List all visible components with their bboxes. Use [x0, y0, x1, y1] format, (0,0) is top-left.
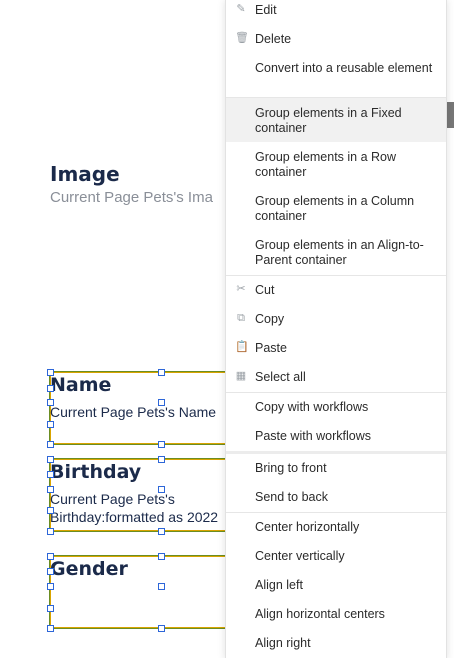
menu-item-label: Center horizontally — [255, 520, 360, 534]
menu-item-center-vertically[interactable]: Center vertically — [226, 542, 446, 571]
menu-item-delete[interactable]: 🗑 Delete — [226, 24, 446, 53]
menu-item-select-all[interactable]: ▦ Select all — [226, 363, 446, 392]
menu-item-group-align-parent[interactable]: Group elements in an Align-to-Parent con… — [226, 230, 446, 274]
context-menu: ✎ Edit 🗑 Delete Convert into a reusable … — [225, 0, 447, 658]
menu-item-label: Paste with workflows — [255, 429, 372, 443]
menu-item-group-fixed[interactable]: Group elements in a Fixed container — [226, 98, 446, 142]
menu-item-label: Align horizontal centers — [255, 607, 385, 621]
birthday-value[interactable]: Current Page Pets's Birthday:formatted a… — [50, 490, 218, 526]
menu-item-label: Cut — [255, 283, 275, 297]
menu-item-label: Select all — [255, 370, 306, 384]
menu-item-send-back[interactable]: Send to back — [226, 483, 446, 512]
resize-handle[interactable] — [47, 553, 54, 560]
name-value[interactable]: Current Page Pets's Name — [50, 403, 216, 421]
copy-icon: ⧉ — [237, 312, 245, 324]
grid-icon: ▦ — [235, 370, 247, 382]
resize-handle[interactable] — [158, 486, 165, 493]
resize-handle[interactable] — [158, 399, 165, 406]
resize-handle[interactable] — [158, 625, 165, 632]
trash-icon: 🗑 — [235, 32, 249, 44]
resize-handle[interactable] — [47, 568, 54, 575]
image-element-source[interactable]: Current Page Pets's Ima — [50, 189, 213, 206]
menu-item-label: Center vertically — [255, 549, 345, 563]
menu-item-group-column[interactable]: Group elements in a Column container — [226, 186, 446, 230]
menu-item-cut[interactable]: ✂ Cut — [226, 276, 446, 305]
menu-item-edit[interactable]: ✎ Edit — [226, 0, 446, 24]
resize-handle[interactable] — [47, 486, 54, 493]
menu-item-label: Align right — [255, 636, 311, 650]
menu-item-label: Edit — [255, 3, 277, 17]
menu-item-label: Copy with workflows — [255, 400, 369, 414]
resize-handle[interactable] — [47, 605, 54, 612]
birthday-value-line: Birthday:formatted as 2022 — [50, 509, 219, 525]
menu-item-convert-reusable[interactable]: Convert into a reusable element — [226, 53, 446, 97]
birthday-label[interactable]: Birthday — [50, 461, 141, 483]
menu-item-align-left[interactable]: Align left — [226, 571, 446, 600]
name-value-line: Current Page Pets's Name — [50, 404, 217, 420]
menu-item-bring-front[interactable]: Bring to front — [226, 454, 446, 483]
resize-handle[interactable] — [47, 385, 54, 392]
menu-item-align-horizontal-centers[interactable]: Align horizontal centers — [226, 600, 446, 629]
menu-item-group-row[interactable]: Group elements in a Row container — [226, 142, 446, 186]
menu-item-label: Group elements in an Align-to-Parent con… — [255, 238, 424, 267]
menu-item-center-horizontally[interactable]: Center horizontally — [226, 513, 446, 542]
resize-handle[interactable] — [47, 625, 54, 632]
menu-item-label: Copy — [255, 312, 285, 326]
resize-handle[interactable] — [47, 456, 54, 463]
resize-handle[interactable] — [47, 583, 54, 590]
menu-item-label: Align left — [255, 578, 303, 592]
birthday-value-line: Current Page Pets's — [50, 491, 175, 507]
resize-handle[interactable] — [47, 369, 54, 376]
menu-item-paste[interactable]: 📋 Paste — [226, 334, 446, 363]
menu-item-label: Send to back — [255, 490, 328, 504]
resize-handle[interactable] — [158, 456, 165, 463]
name-label[interactable]: Name — [50, 374, 111, 396]
menu-item-label: Delete — [255, 32, 292, 46]
resize-handle[interactable] — [47, 399, 54, 406]
resize-handle[interactable] — [47, 507, 54, 514]
resize-handle[interactable] — [158, 553, 165, 560]
resize-handle[interactable] — [158, 369, 165, 376]
resize-handle[interactable] — [47, 421, 54, 428]
resize-handle[interactable] — [158, 441, 165, 448]
gender-label[interactable]: Gender — [50, 558, 128, 580]
resize-handle[interactable] — [47, 528, 54, 535]
menu-item-label: Group elements in a Fixed container — [255, 106, 402, 135]
pencil-icon: ✎ — [236, 3, 246, 15]
menu-item-label: Group elements in a Row container — [255, 150, 397, 179]
menu-item-copy[interactable]: ⧉ Copy — [226, 305, 446, 334]
menu-item-label: Convert into a reusable element — [255, 61, 433, 75]
menu-item-label: Bring to front — [255, 461, 327, 475]
paste-icon: 📋 — [235, 341, 249, 353]
resize-handle[interactable] — [158, 528, 165, 535]
resize-handle[interactable] — [47, 441, 54, 448]
scissors-icon: ✂ — [236, 283, 246, 295]
resize-handle[interactable] — [47, 471, 54, 478]
menu-item-label: Paste — [255, 341, 287, 355]
image-element-title[interactable]: Image — [50, 162, 120, 186]
resize-handle[interactable] — [158, 583, 165, 590]
menu-item-label: Group elements in a Column container — [255, 194, 415, 223]
menu-item-paste-workflows[interactable]: Paste with workflows — [226, 422, 446, 451]
menu-item-copy-workflows[interactable]: Copy with workflows — [226, 393, 446, 422]
